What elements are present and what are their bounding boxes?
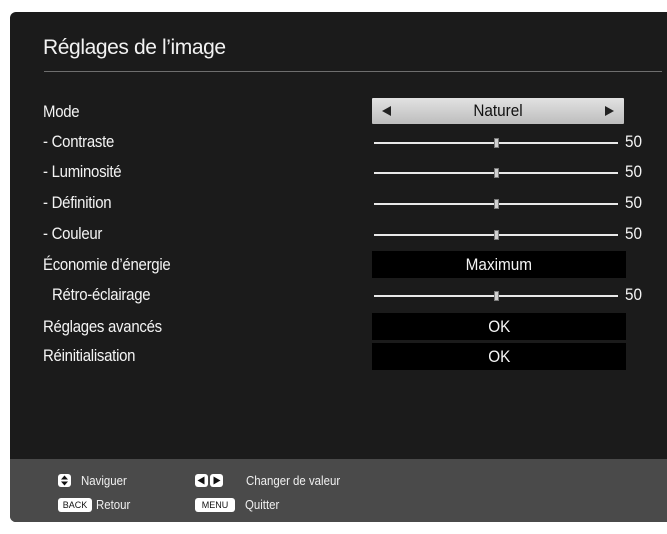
energy-saving-label: Économie d’énergie [43,255,171,274]
slider-thumb[interactable] [494,199,499,209]
energy-saving-value-text: Maximum [465,255,533,274]
contrast-label: - Contraste [43,132,115,151]
advanced-settings-label: Réglages avancés [43,317,162,336]
right-arrow-key-icon [210,474,223,487]
advanced-settings-button[interactable]: OK [372,313,626,340]
mode-label: Mode [43,102,80,121]
color-value: 50 [625,224,643,243]
navigate-hint: Naviguer [81,473,127,488]
color-label: - Couleur [43,224,103,243]
brightness-label: - Luminosité [43,162,122,181]
mode-selector[interactable]: Naturel [372,98,624,124]
advanced-settings-ok: OK [487,317,511,336]
arrow-right-icon[interactable] [605,106,614,116]
sharpness-label: - Définition [43,193,112,212]
picture-settings-menu: Réglages de l’image Mode Naturel - Contr… [10,12,667,522]
left-arrow-key-icon [195,474,208,487]
mode-value: Naturel [473,101,523,120]
slider-thumb[interactable] [494,291,499,301]
up-down-icon [58,474,71,487]
backlight-slider[interactable] [374,286,618,306]
reset-ok: OK [487,347,511,366]
backlight-value: 50 [625,285,643,304]
sharpness-slider[interactable] [374,194,618,214]
color-slider[interactable] [374,225,618,245]
title-divider [44,71,662,72]
change-value-hint: Changer de valeur [246,473,341,488]
reset-label: Réinitialisation [43,346,136,365]
slider-thumb[interactable] [494,138,499,148]
quit-hint: Quitter [245,497,280,512]
menu-key: MENU [195,498,235,512]
hint-bar: Naviguer Changer de valeur BACK Retour M… [10,459,667,522]
menu-title: Réglages de l’image [43,36,226,59]
backlight-label: Rétro-éclairage [52,285,151,304]
contrast-value: 50 [625,132,643,151]
slider-thumb[interactable] [494,230,499,240]
brightness-value: 50 [625,162,643,181]
brightness-slider[interactable] [374,163,618,183]
back-key: BACK [58,498,92,512]
back-hint: Retour [96,497,131,512]
sharpness-value: 50 [625,193,643,212]
contrast-slider[interactable] [374,133,618,153]
slider-thumb[interactable] [494,168,499,178]
reset-button[interactable]: OK [372,343,626,370]
energy-saving-value[interactable]: Maximum [372,251,626,278]
